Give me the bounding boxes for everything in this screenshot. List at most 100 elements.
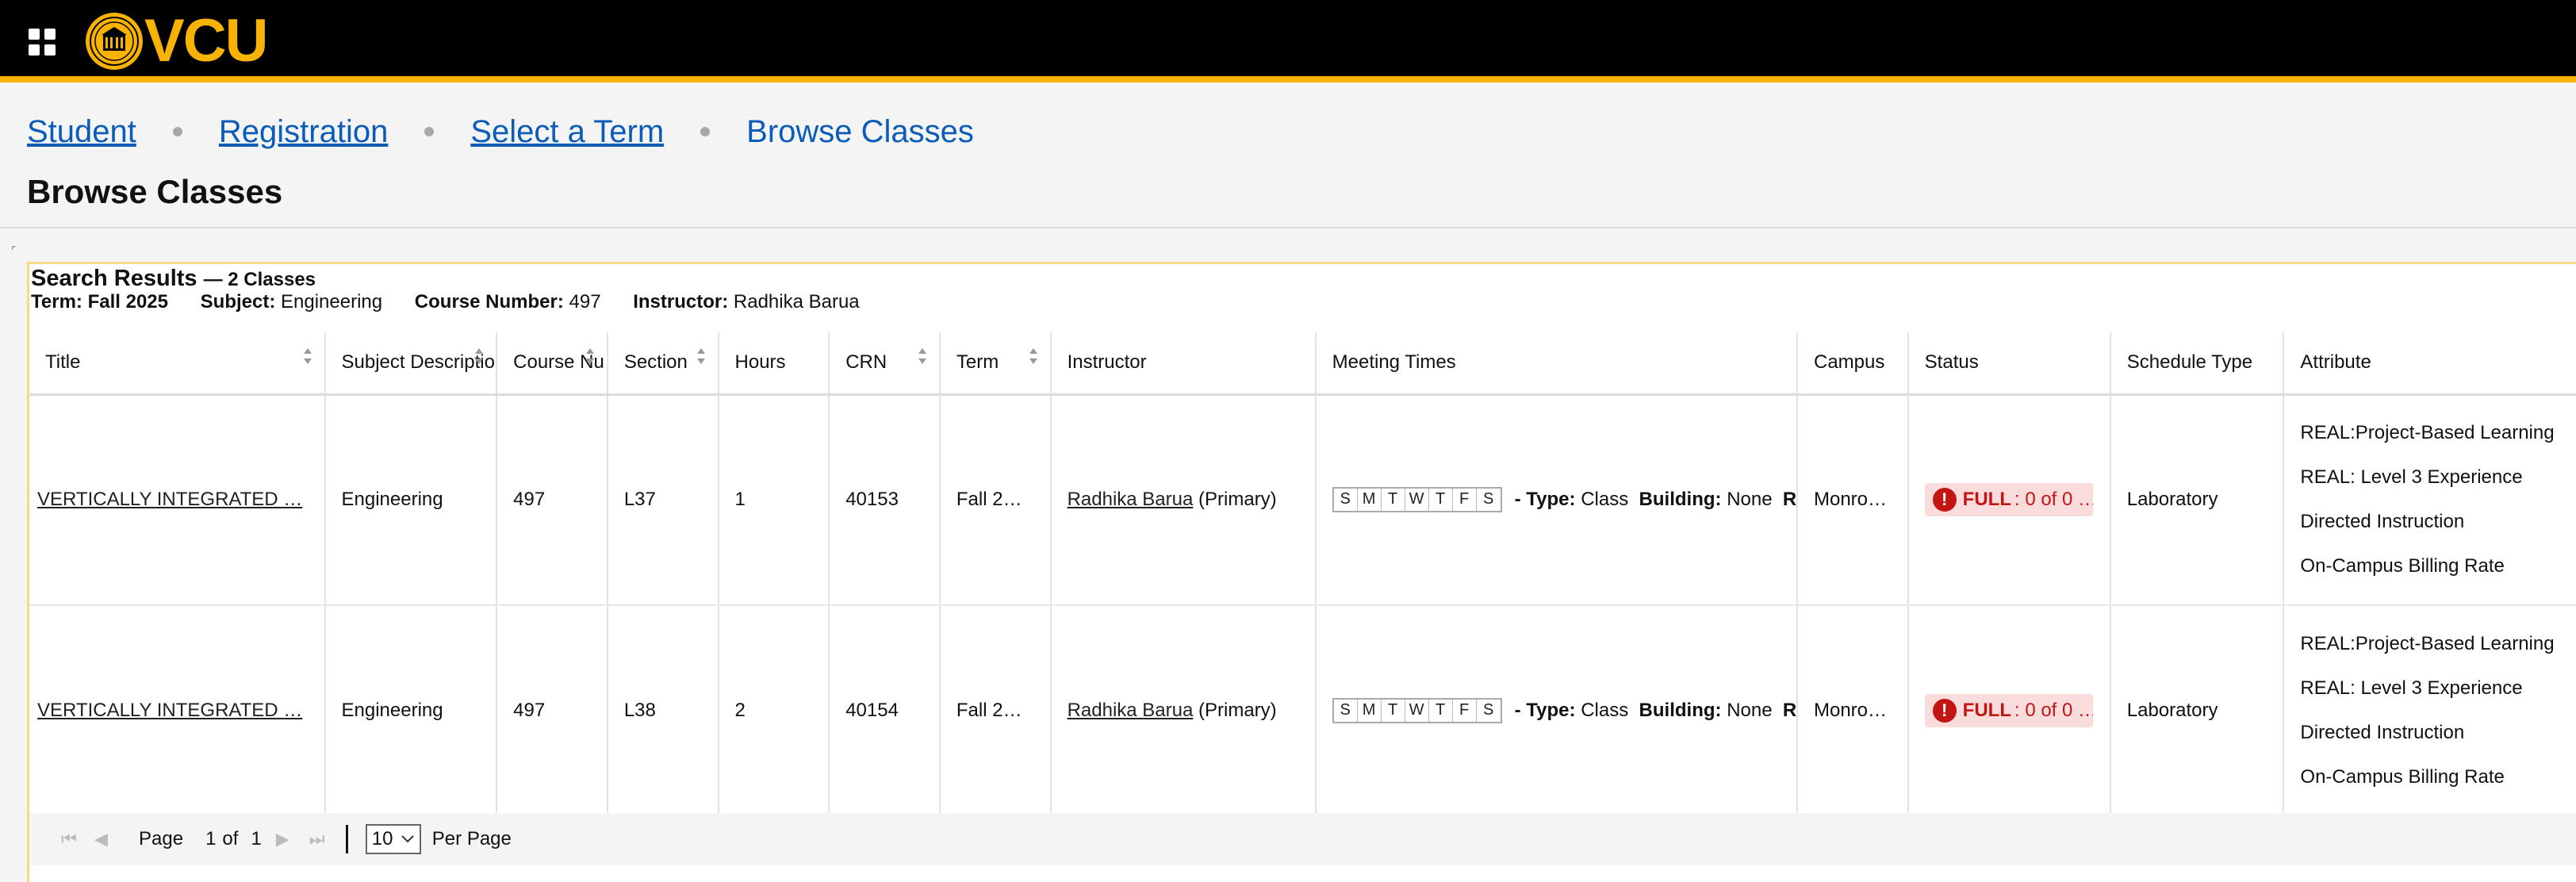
sort-icon[interactable] xyxy=(585,347,596,366)
day-tuesday: T xyxy=(1382,489,1405,512)
column-header-subject[interactable]: Subject Descriptio xyxy=(324,332,498,396)
course-title-link[interactable]: VERTICALLY INTEGRATED … xyxy=(37,489,324,511)
column-header-title[interactable]: Title xyxy=(29,332,326,396)
room-label: R xyxy=(1782,489,1797,511)
day-sunday: S xyxy=(1334,700,1358,722)
meeting-details: - Type: Class Building: None R xyxy=(1514,700,1797,721)
results-table: Title Subject Descriptio Course Nu Secti… xyxy=(29,332,2576,817)
total-pages: 1 xyxy=(251,828,262,849)
cell-title: VERTICALLY INTEGRATED … xyxy=(29,605,326,817)
cell-hours: 1 xyxy=(718,394,830,606)
column-header-attribute[interactable]: Attribute xyxy=(2283,332,2576,396)
sort-icon[interactable] xyxy=(696,347,707,366)
cell-term: Fall 2… xyxy=(939,605,1052,817)
attribute-item: REAL: Level 3 Experience xyxy=(2300,677,2523,699)
alert-icon: ! xyxy=(1932,488,1957,512)
filter-value-term: Fall 2025 xyxy=(87,291,168,313)
column-header-campus[interactable]: Campus xyxy=(1796,332,1909,396)
instructor-link[interactable]: Radhika Barua xyxy=(1068,489,1194,510)
day-monday: M xyxy=(1358,489,1382,512)
top-bar: VCU xyxy=(0,0,2576,82)
breadcrumb-select-term[interactable]: Select a Term xyxy=(470,114,664,150)
column-header-label: Schedule Type xyxy=(2126,351,2253,374)
attribute-item: On-Campus Billing Rate xyxy=(2300,555,2505,577)
day-saturday: S xyxy=(1482,701,1494,719)
divider xyxy=(0,227,2576,228)
column-header-term[interactable]: Term xyxy=(939,332,1052,396)
status-badge: ! FULL: 0 of 0 … xyxy=(1924,694,2093,727)
filter-value-subject: Engineering xyxy=(281,291,383,313)
column-header-schedule-type[interactable]: Schedule Type xyxy=(2110,332,2285,396)
cell-status: ! FULL: 0 of 0 … xyxy=(1907,605,2111,817)
attribute-item: Directed Instruction xyxy=(2300,722,2465,743)
column-header-label: Section xyxy=(623,351,688,374)
meeting-details: - Type: Class Building: None R xyxy=(1514,489,1797,511)
type-value: Class xyxy=(1581,700,1629,721)
status-text: : 0 of 0 … xyxy=(2014,489,2093,511)
cell-schedule-type: Laboratory xyxy=(2110,605,2285,817)
next-page-icon[interactable]: ▶ xyxy=(276,830,295,849)
type-value: Class xyxy=(1581,489,1629,511)
status-label: FULL xyxy=(1962,700,2011,721)
attribute-item: REAL: Level 3 Experience xyxy=(2300,466,2523,489)
vcu-seal-icon xyxy=(86,13,143,70)
room-label: R xyxy=(1782,700,1797,721)
column-header-crn[interactable]: CRN xyxy=(829,332,941,396)
day-monday: M xyxy=(1358,700,1382,722)
cell-term: Fall 2… xyxy=(939,394,1052,606)
cell-instructor: Radhika Barua (Primary) xyxy=(1050,394,1317,606)
building-value: None xyxy=(1727,700,1773,721)
column-header-course-number[interactable]: Course Nu xyxy=(496,332,608,396)
page-number[interactable]: 1 xyxy=(205,828,216,850)
day-wednesday: W xyxy=(1405,489,1429,512)
results-count: — 2 Classes xyxy=(203,269,316,290)
column-header-section[interactable]: Section xyxy=(607,332,719,396)
cell-status: ! FULL: 0 of 0 … xyxy=(1907,394,2111,606)
column-header-hours[interactable]: Hours xyxy=(718,332,830,396)
table-row: VERTICALLY INTEGRATED … Engineering 497 … xyxy=(29,605,2576,817)
breadcrumb-registration[interactable]: Registration xyxy=(219,114,388,150)
first-page-icon[interactable]: ⏮ xyxy=(61,830,80,849)
cell-attribute: REAL:Project-Based Learning REAL: Level … xyxy=(2283,394,2576,606)
day-thursday: T xyxy=(1429,700,1453,722)
attribute-item: REAL:Project-Based Learning xyxy=(2300,633,2555,654)
last-page-icon[interactable]: ⏭ xyxy=(309,830,328,849)
filter-label: Course Number: xyxy=(414,291,564,313)
column-header-status[interactable]: Status xyxy=(1907,332,2111,396)
cell-course-number: 497 xyxy=(496,394,608,606)
breadcrumb-separator xyxy=(172,127,182,136)
sort-icon[interactable] xyxy=(473,347,485,366)
building-label: Building: xyxy=(1639,489,1722,511)
filter-label: Instructor: xyxy=(633,291,729,313)
type-label: - Type: xyxy=(1514,700,1576,721)
day-friday: F xyxy=(1453,489,1477,512)
filter-value-course-number: 497 xyxy=(569,291,601,313)
sort-icon[interactable] xyxy=(1028,347,1039,366)
breadcrumb-student[interactable]: Student xyxy=(27,114,136,150)
breadcrumb-separator xyxy=(700,127,711,136)
per-page-value: 10 xyxy=(371,828,393,849)
day-saturday: S xyxy=(1482,490,1494,508)
results-header: Search Results — 2 Classes Term: Fall 20… xyxy=(31,264,2569,316)
sort-icon[interactable] xyxy=(302,347,313,366)
column-header-label: Hours xyxy=(734,351,786,374)
attribute-item: On-Campus Billing Rate xyxy=(2300,766,2505,788)
previous-page-icon[interactable]: ◀ xyxy=(94,830,113,849)
table-row: VERTICALLY INTEGRATED … Engineering 497 … xyxy=(29,394,2576,606)
per-page-select[interactable]: 10 xyxy=(365,824,421,854)
app-grid-icon[interactable] xyxy=(29,29,56,56)
type-label: - Type: xyxy=(1514,489,1576,511)
page-title: Browse Classes xyxy=(27,173,283,210)
vcu-logo[interactable]: VCU xyxy=(84,10,268,73)
instructor-link[interactable]: Radhika Barua xyxy=(1068,700,1194,721)
cell-schedule-type: Laboratory xyxy=(2110,394,2285,606)
instructor-role: (Primary) xyxy=(1198,700,1277,721)
column-header-label: Term xyxy=(956,351,999,374)
cell-subject: Engineering xyxy=(324,605,498,817)
sort-icon[interactable] xyxy=(917,347,928,366)
column-header-label: Attribute xyxy=(2300,351,2371,374)
column-header-meeting-times[interactable]: Meeting Times xyxy=(1315,332,1798,396)
resize-corner-icon: ⌜ xyxy=(11,244,17,257)
column-header-instructor[interactable]: Instructor xyxy=(1050,332,1317,396)
course-title-link[interactable]: VERTICALLY INTEGRATED … xyxy=(37,700,324,722)
